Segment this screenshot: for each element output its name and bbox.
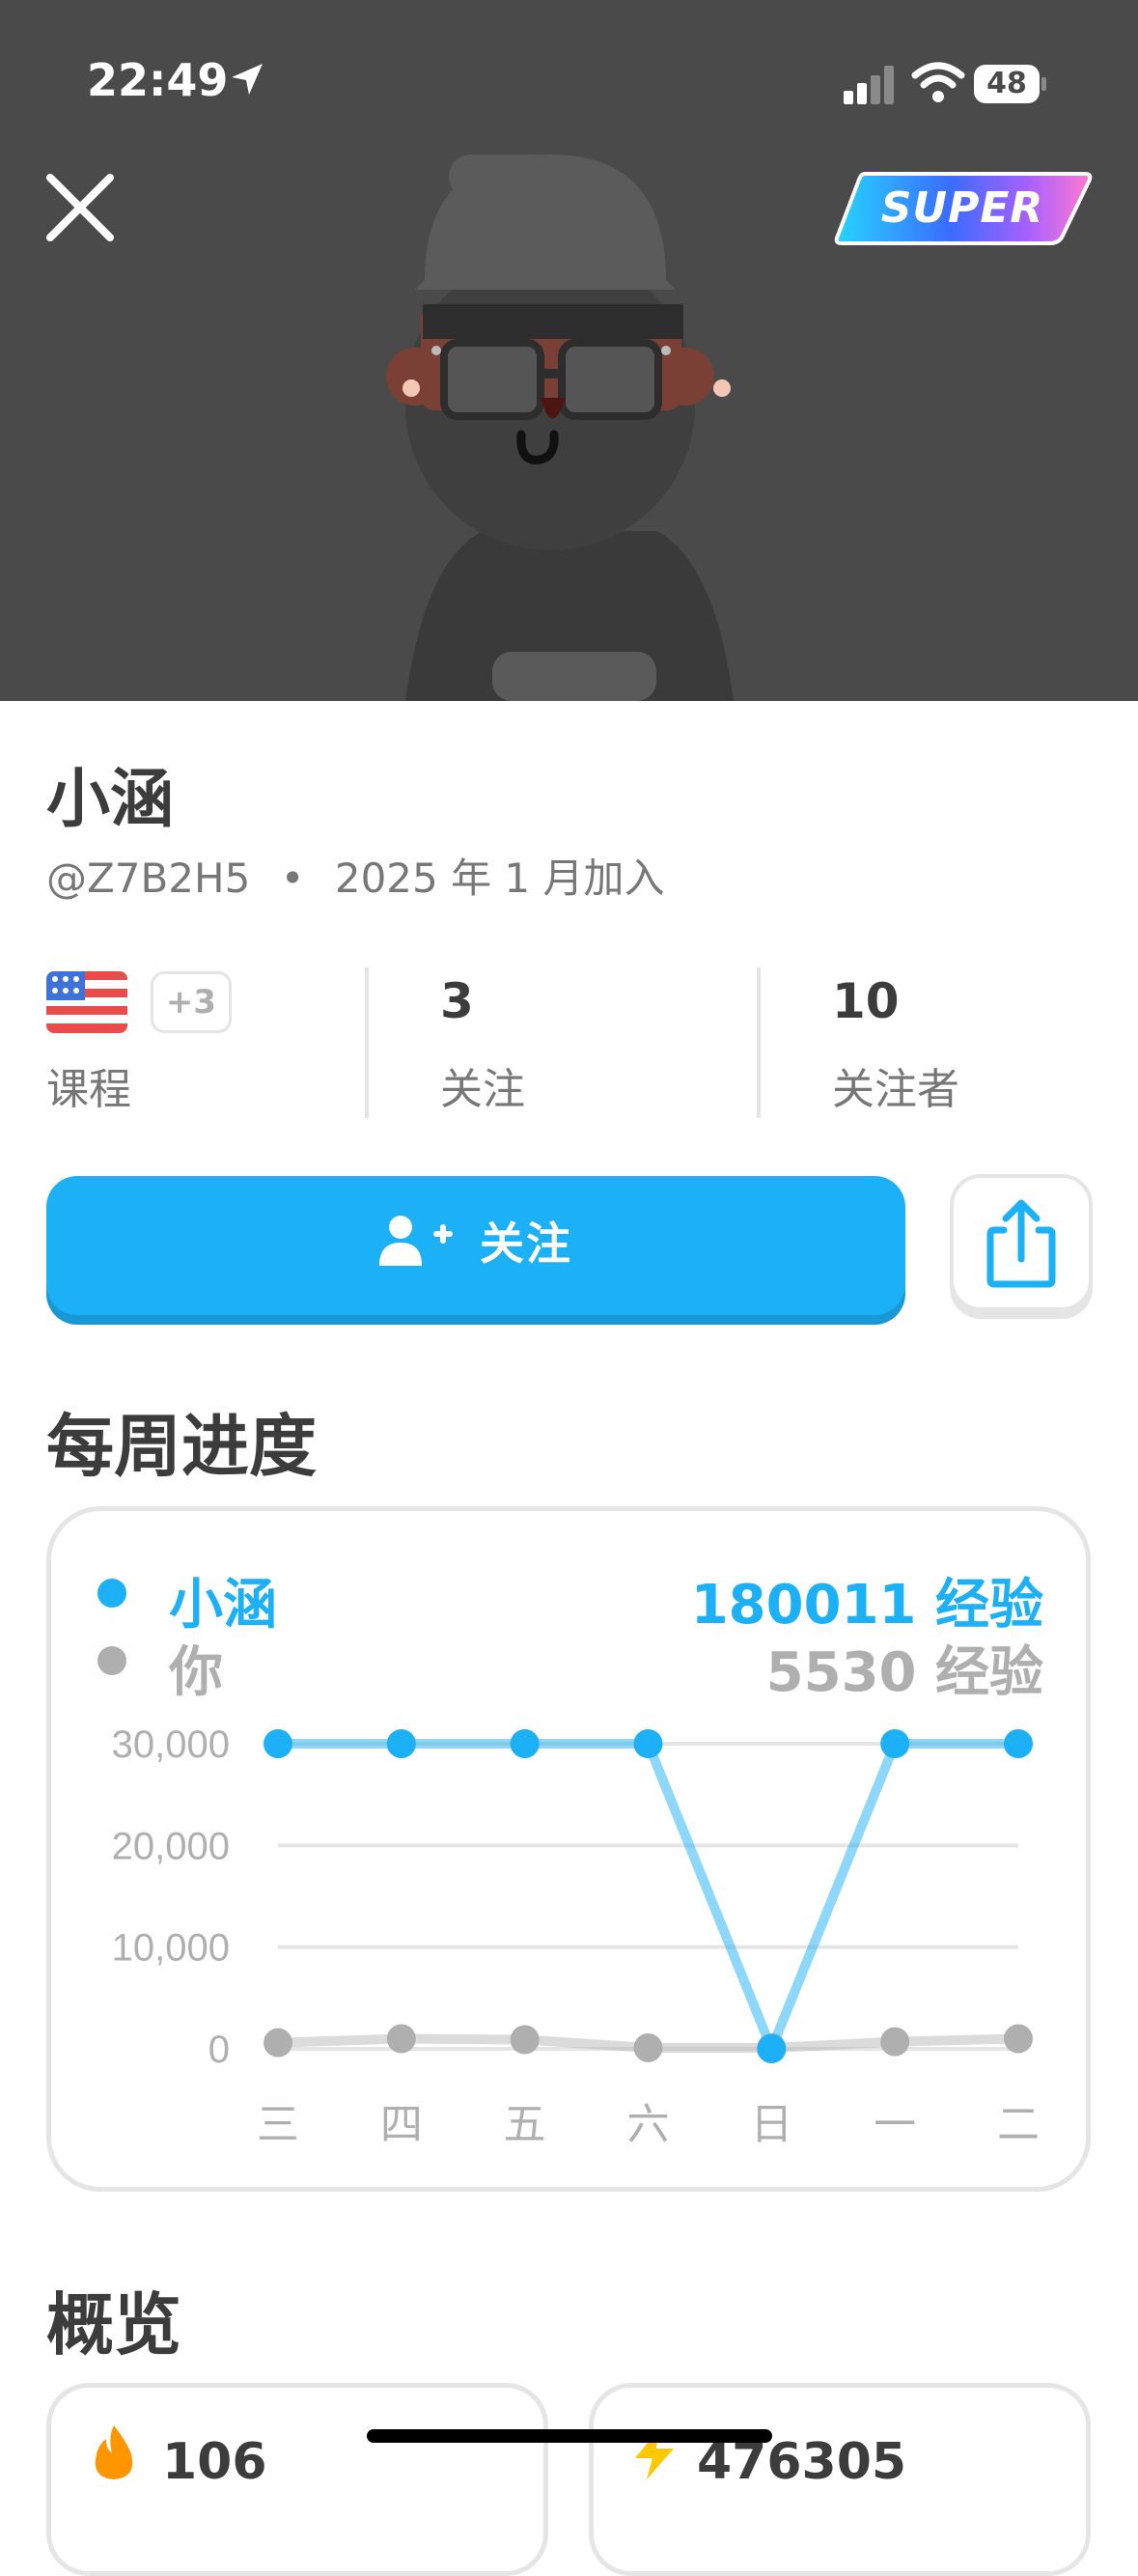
x-tick-label: 一	[874, 2100, 916, 2149]
profile-header: 22:49 48 SUPER	[0, 0, 1138, 701]
series-line-user	[273, 1739, 1023, 2054]
follow-button[interactable]: 关注	[46, 1176, 905, 1315]
us-flag-icon[interactable]	[46, 971, 127, 1033]
streak-value: 106	[162, 2433, 267, 2491]
x-tick-label: 六	[627, 2100, 670, 2149]
follow-button-label: 关注	[480, 1218, 572, 1270]
y-tick-label: 20,000	[112, 1825, 230, 1867]
signal-icon	[844, 66, 894, 104]
data-point-user	[264, 1729, 292, 1758]
x-tick-label: 三	[257, 2100, 299, 2149]
data-point-user	[1004, 1729, 1033, 1758]
profile-subline: @Z7B2H5 • 2025 年 1 月加入	[46, 846, 665, 905]
data-point-user	[510, 1729, 540, 1758]
location-arrow-icon	[232, 64, 263, 95]
data-point-user	[757, 2034, 787, 2063]
super-badge: SUPER	[832, 170, 1093, 247]
data-point-user	[386, 1729, 416, 1758]
followers-count[interactable]: 10	[832, 973, 900, 1029]
weekly-chart-card: 小涵 180011 经验 你 5530 经验 30,000 20,000 10,00…	[46, 1506, 1091, 2192]
username: @Z7B2H5	[46, 854, 251, 902]
courses-more-badge[interactable]: +3	[151, 971, 232, 1033]
weekly-line-chart: 30,000 20,000 10,000 0三 四 五 六 日 一 二	[112, 1723, 1040, 2149]
share-button[interactable]	[950, 1174, 1093, 1311]
x-tick-label: 五	[504, 2100, 546, 2149]
stats-divider	[757, 967, 761, 1118]
fire-icon	[95, 2425, 133, 2479]
data-point-you	[510, 2025, 540, 2055]
profile-name: 小涵	[46, 762, 174, 836]
add-user-icon	[379, 1216, 453, 1266]
data-point-you	[386, 2024, 416, 2054]
weekly-progress-title: 每周进度	[46, 1407, 317, 1486]
y-tick-label: 30,000	[112, 1723, 230, 1766]
overview-title: 概览	[46, 2285, 181, 2365]
following-count[interactable]: 3	[440, 973, 474, 1029]
y-tick-label: 10,000	[112, 1927, 230, 1970]
courses-label: 课程	[46, 1065, 131, 1114]
x-tick-label: 二	[997, 2100, 1040, 2149]
battery-percentage: 48	[986, 67, 1027, 100]
avatar	[386, 154, 734, 701]
followers-label[interactable]: 关注者	[832, 1054, 959, 1116]
battery-indicator: 48	[973, 64, 1048, 104]
data-point-user	[633, 1729, 663, 1758]
close-icon[interactable]	[42, 170, 118, 245]
data-point-you	[264, 2028, 292, 2058]
following-label[interactable]: 关注	[440, 1054, 525, 1116]
status-time: 22:49	[87, 54, 229, 106]
data-point-you	[880, 2027, 910, 2057]
separator-dot: •	[280, 854, 305, 902]
x-tick-label: 日	[750, 2100, 792, 2149]
super-badge-label: SUPER	[880, 183, 1044, 233]
data-point-user	[880, 1729, 910, 1758]
x-tick-label: 四	[380, 2100, 423, 2149]
home-indicator	[367, 2429, 772, 2443]
data-point-you	[1004, 2024, 1033, 2054]
share-icon	[986, 1199, 1056, 1288]
data-point-you	[633, 2032, 663, 2062]
wifi-icon	[911, 62, 965, 102]
join-date: 2025 年 1 月加入	[334, 854, 665, 902]
y-tick-label: 0	[208, 2029, 230, 2071]
stats-divider	[365, 967, 369, 1118]
